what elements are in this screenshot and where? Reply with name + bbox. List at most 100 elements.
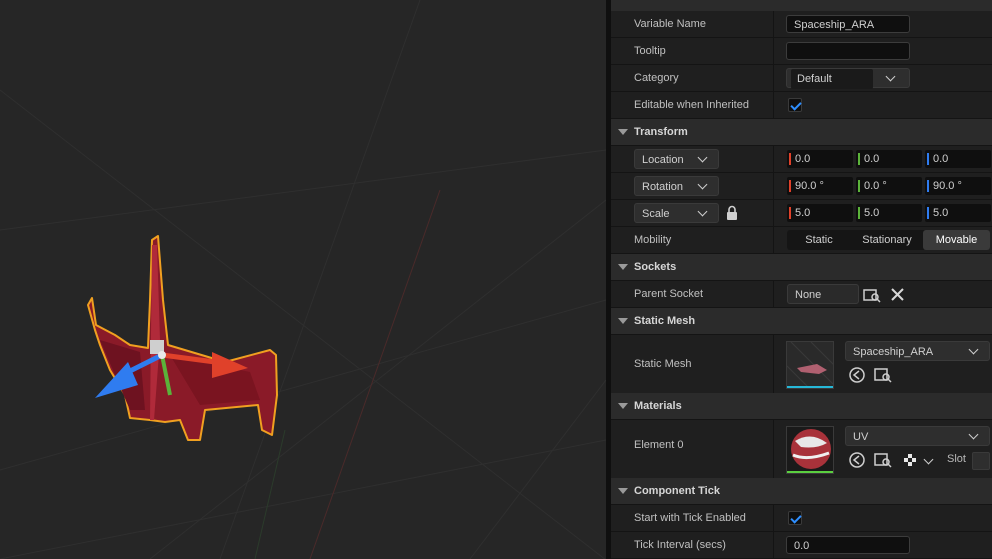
browse-socket-icon[interactable]: [863, 286, 881, 304]
static-mesh-value: Spaceship_ARA: [853, 346, 934, 358]
row-editable-inherited: Editable when Inherited: [611, 92, 992, 119]
static-mesh-title: Static Mesh: [634, 315, 696, 327]
mobility-movable-button[interactable]: Movable: [923, 230, 990, 250]
category-static-mesh[interactable]: Static Mesh: [611, 308, 992, 335]
location-x-input[interactable]: 0.0: [787, 150, 853, 168]
row-scale: Scale 5.0 5.0 5.0: [611, 200, 992, 227]
material-thumbnail[interactable]: [786, 426, 834, 474]
editable-inherited-label: Editable when Inherited: [634, 99, 749, 111]
slot-field[interactable]: [972, 452, 990, 470]
lock-icon[interactable]: [725, 205, 739, 221]
element-0-label: Element 0: [634, 439, 684, 451]
collapse-arrow-icon: [618, 488, 628, 494]
checkmark-icon: [790, 512, 802, 524]
rotation-mode-dropdown[interactable]: Rotation: [634, 176, 719, 196]
clear-icon[interactable]: [889, 286, 907, 304]
rotation-z-value: 90.0 °: [933, 180, 962, 192]
use-selected-icon[interactable]: [848, 366, 866, 384]
chevron-down-icon: [885, 71, 896, 82]
location-z-value: 0.0: [933, 153, 949, 165]
mobility-segmented-control: Static Stationary Movable: [787, 230, 990, 250]
row-parent-socket: Parent Socket None: [611, 281, 992, 308]
component-tick-title: Component Tick: [634, 485, 720, 497]
row-category: Category Default: [611, 65, 992, 92]
editable-inherited-checkbox[interactable]: [788, 98, 802, 112]
scale-mode-label: Scale: [642, 208, 670, 220]
chevron-down-icon: [968, 344, 979, 355]
browse-asset-icon[interactable]: [874, 451, 892, 469]
chevron-down-icon: [968, 429, 979, 440]
chevron-down-icon: [697, 206, 708, 217]
chevron-down-icon: [697, 179, 708, 190]
tooltip-label: Tooltip: [634, 45, 666, 57]
row-variable-name: Variable Name Spaceship_ARA: [611, 11, 992, 38]
row-start-tick: Start with Tick Enabled: [611, 505, 992, 532]
row-static-mesh: Static Mesh Spaceship_ARA: [611, 335, 992, 394]
chevron-down-icon[interactable]: [923, 454, 934, 465]
scale-x-input[interactable]: 5.0: [787, 204, 853, 222]
slot-label: Slot: [947, 453, 966, 465]
row-tooltip: Tooltip: [611, 38, 992, 65]
tick-interval-label: Tick Interval (secs): [634, 539, 726, 551]
parent-socket-field[interactable]: None: [787, 284, 859, 304]
parent-socket-label: Parent Socket: [634, 288, 704, 300]
browse-asset-icon[interactable]: [874, 366, 892, 384]
rotation-y-input[interactable]: 0.0 °: [856, 177, 922, 195]
material-dropdown[interactable]: UV: [845, 426, 990, 446]
checker-texture-icon[interactable]: [902, 451, 918, 469]
category-sockets[interactable]: Sockets: [611, 254, 992, 281]
rotation-x-value: 90.0 °: [795, 180, 824, 192]
row-rotation: Rotation 90.0 ° 0.0 ° 90.0 °: [611, 173, 992, 200]
collapse-arrow-icon: [618, 264, 628, 270]
mobility-static-button[interactable]: Static: [787, 230, 851, 250]
collapse-arrow-icon: [618, 129, 628, 135]
materials-title: Materials: [634, 400, 682, 412]
viewport-scene: [0, 0, 606, 559]
rotation-mode-label: Rotation: [642, 181, 683, 193]
variable-name-label: Variable Name: [634, 18, 706, 30]
use-selected-icon[interactable]: [848, 451, 866, 469]
category-label: Category: [634, 72, 679, 84]
variable-name-input[interactable]: Spaceship_ARA: [786, 15, 910, 33]
details-panel: Variable Name Spaceship_ARA Tooltip Cate…: [611, 0, 992, 559]
category-component-tick[interactable]: Component Tick: [611, 478, 992, 505]
row-tick-interval: Tick Interval (secs) 0.0: [611, 532, 992, 559]
rotation-x-input[interactable]: 90.0 °: [787, 177, 853, 195]
rotation-y-value: 0.0 °: [864, 180, 887, 192]
location-x-value: 0.0: [795, 153, 811, 165]
scale-z-input[interactable]: 5.0: [925, 204, 991, 222]
scale-mode-dropdown[interactable]: Scale: [634, 203, 719, 223]
collapse-arrow-icon: [618, 403, 628, 409]
category-transform[interactable]: Transform: [611, 119, 992, 146]
material-value: UV: [853, 431, 869, 443]
static-mesh-dropdown[interactable]: Spaceship_ARA: [845, 341, 990, 361]
scale-y-input[interactable]: 5.0: [856, 204, 922, 222]
tooltip-input[interactable]: [786, 42, 910, 60]
start-tick-label: Start with Tick Enabled: [634, 512, 746, 524]
mobility-label: Mobility: [634, 234, 672, 246]
category-materials[interactable]: Materials: [611, 393, 992, 420]
scale-x-value: 5.0: [795, 207, 811, 219]
x-axis-grid-line: [309, 189, 441, 559]
scale-y-value: 5.0: [864, 207, 880, 219]
start-tick-checkbox[interactable]: [788, 511, 802, 525]
location-y-value: 0.0: [864, 153, 880, 165]
category-dropdown[interactable]: Default: [786, 68, 910, 89]
transform-title: Transform: [634, 126, 688, 138]
location-mode-dropdown[interactable]: Location: [634, 149, 719, 169]
spaceship-mesh[interactable]: [87, 235, 278, 441]
location-mode-label: Location: [642, 154, 684, 166]
level-viewport[interactable]: [0, 0, 606, 559]
location-z-input[interactable]: 0.0: [925, 150, 991, 168]
static-mesh-label: Static Mesh: [634, 358, 692, 370]
collapse-arrow-icon: [618, 318, 628, 324]
scale-z-value: 5.0: [933, 207, 949, 219]
static-mesh-thumbnail[interactable]: [786, 341, 834, 389]
location-y-input[interactable]: 0.0: [856, 150, 922, 168]
mobility-stationary-button[interactable]: Stationary: [851, 230, 923, 250]
sockets-title: Sockets: [634, 261, 677, 273]
row-location: Location 0.0 0.0 0.0: [611, 146, 992, 173]
category-value: Default: [791, 69, 873, 89]
tick-interval-input[interactable]: 0.0: [786, 536, 910, 554]
rotation-z-input[interactable]: 90.0 °: [925, 177, 991, 195]
